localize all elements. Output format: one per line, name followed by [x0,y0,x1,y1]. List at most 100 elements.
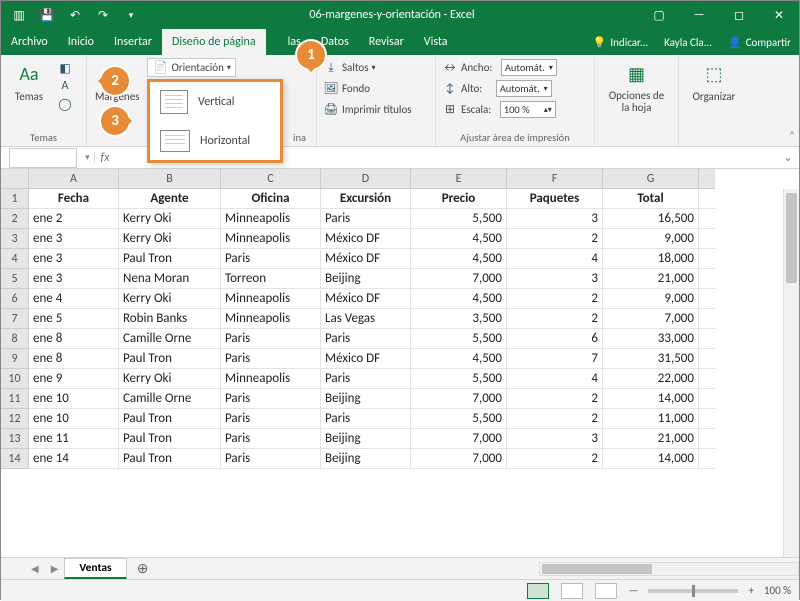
data-cell[interactable]: ene 9 [29,369,119,389]
data-cell[interactable]: Paul Tron [119,449,221,469]
data-cell[interactable]: 7 [507,349,603,369]
sheet-tab-ventas[interactable]: Ventas [64,558,126,579]
data-cell[interactable]: Paris [221,409,321,429]
data-cell[interactable]: México DF [321,349,411,369]
data-cell[interactable]: ene 10 [29,389,119,409]
data-cell[interactable]: Paris [321,369,411,389]
row-header-4[interactable]: 4 [1,249,29,269]
add-sheet-button[interactable]: ⊕ [133,560,153,577]
imprimir-titulos-button[interactable]: 🖨Imprimir títulos [323,100,429,119]
tab-revisar[interactable]: Revisar [359,29,414,55]
colors-icon[interactable]: ◧ [57,60,73,76]
data-cell[interactable]: ene 3 [29,249,119,269]
data-cell[interactable]: Torreon [221,269,321,289]
data-cell[interactable]: Kerry Oki [119,369,221,389]
formula-expand-icon[interactable]: ⌄ [777,150,799,165]
data-cell[interactable]: 4,500 [411,249,507,269]
data-cell[interactable]: 18,000 [603,249,699,269]
data-cell[interactable]: 7,000 [411,269,507,289]
alto-select[interactable]: Automát.▾ [496,80,552,97]
data-cell[interactable]: 4,500 [411,289,507,309]
row-header-5[interactable]: 5 [1,269,29,289]
data-cell[interactable]: 33,000 [603,329,699,349]
data-cell[interactable]: 2 [507,289,603,309]
zoom-slider[interactable] [648,589,738,593]
data-cell[interactable]: 14,000 [603,389,699,409]
data-cell[interactable]: 2 [507,409,603,429]
data-cell[interactable]: 2 [507,229,603,249]
data-cell[interactable]: 3,500 [411,309,507,329]
col-header-A[interactable]: A [29,169,119,189]
data-cell[interactable]: 7,000 [603,309,699,329]
data-cell[interactable]: Kerry Oki [119,229,221,249]
row-header-13[interactable]: 13 [1,429,29,449]
data-cell[interactable]: 21,000 [603,429,699,449]
data-cell[interactable]: 4,500 [411,229,507,249]
zoom-level[interactable]: 100 % [764,584,791,597]
data-cell[interactable]: 5,500 [411,329,507,349]
data-cell[interactable]: 7,000 [411,449,507,469]
data-cell[interactable]: 4 [507,249,603,269]
data-cell[interactable]: Minneapolis [221,209,321,229]
row-header-11[interactable]: 11 [1,389,29,409]
data-cell[interactable]: Minneapolis [221,369,321,389]
data-cell[interactable]: 9,000 [603,289,699,309]
horizontal-scrollbar[interactable] [539,562,799,576]
close-icon[interactable]: ✕ [759,1,799,29]
data-cell[interactable]: Camille Orne [119,329,221,349]
vertical-scrollbar[interactable] [783,189,799,557]
header-cell[interactable]: Oficina [221,189,321,209]
data-cell[interactable]: Paris [321,409,411,429]
data-cell[interactable]: ene 8 [29,349,119,369]
sheet-nav-prev-icon[interactable]: ◀ [25,562,45,575]
row-header-1[interactable]: 1 [1,189,29,209]
data-cell[interactable]: 2 [507,309,603,329]
organizar-button[interactable]: ⬚ Organizar [685,58,743,105]
data-cell[interactable]: 5,500 [411,409,507,429]
data-cell[interactable]: ene 3 [29,269,119,289]
save-icon[interactable]: 💾 [33,3,61,27]
tab-vista[interactable]: Vista [414,29,458,55]
data-cell[interactable]: Nena Moran [119,269,221,289]
data-cell[interactable]: ene 14 [29,449,119,469]
tab-inicio[interactable]: Inicio [58,29,104,55]
data-cell[interactable]: ene 2 [29,209,119,229]
name-box[interactable] [9,148,77,168]
data-cell[interactable]: 22,000 [603,369,699,389]
opciones-hoja-button[interactable]: ▦ Opciones de la hoja [601,58,672,116]
data-cell[interactable]: 3 [507,429,603,449]
data-cell[interactable]: Kerry Oki [119,209,221,229]
data-cell[interactable]: 4,500 [411,349,507,369]
data-cell[interactable]: ene 8 [29,329,119,349]
data-cell[interactable]: 9,000 [603,229,699,249]
data-cell[interactable]: Paris [221,249,321,269]
zoom-in-button[interactable]: + [748,584,753,597]
col-header-G[interactable]: G [603,169,699,189]
data-cell[interactable]: Paul Tron [119,409,221,429]
select-all-corner[interactable] [1,169,29,189]
sheet-nav-next-icon[interactable]: ▶ [45,562,65,575]
orient-vertical-item[interactable]: Vertical [150,82,280,122]
data-cell[interactable]: Paul Tron [119,249,221,269]
data-cell[interactable]: México DF [321,229,411,249]
name-box-dropdown-icon[interactable]: ▾ [81,152,95,163]
data-cell[interactable]: 16,500 [603,209,699,229]
data-cell[interactable]: Paul Tron [119,349,221,369]
header-cell[interactable]: Fecha [29,189,119,209]
data-cell[interactable]: ene 4 [29,289,119,309]
row-header-2[interactable]: 2 [1,209,29,229]
col-header-E[interactable]: E [411,169,507,189]
data-cell[interactable]: 14,000 [603,449,699,469]
header-cell[interactable]: Total [603,189,699,209]
tab-insertar[interactable]: Insertar [104,29,162,55]
data-cell[interactable]: Paris [221,329,321,349]
data-cell[interactable]: 31,500 [603,349,699,369]
row-header-8[interactable]: 8 [1,329,29,349]
data-cell[interactable]: Beijing [321,429,411,449]
minimize-icon[interactable]: — [679,1,719,29]
data-cell[interactable]: ene 3 [29,229,119,249]
data-cell[interactable]: Robin Banks [119,309,221,329]
row-header-6[interactable]: 6 [1,289,29,309]
row-header-3[interactable]: 3 [1,229,29,249]
data-cell[interactable]: 6 [507,329,603,349]
